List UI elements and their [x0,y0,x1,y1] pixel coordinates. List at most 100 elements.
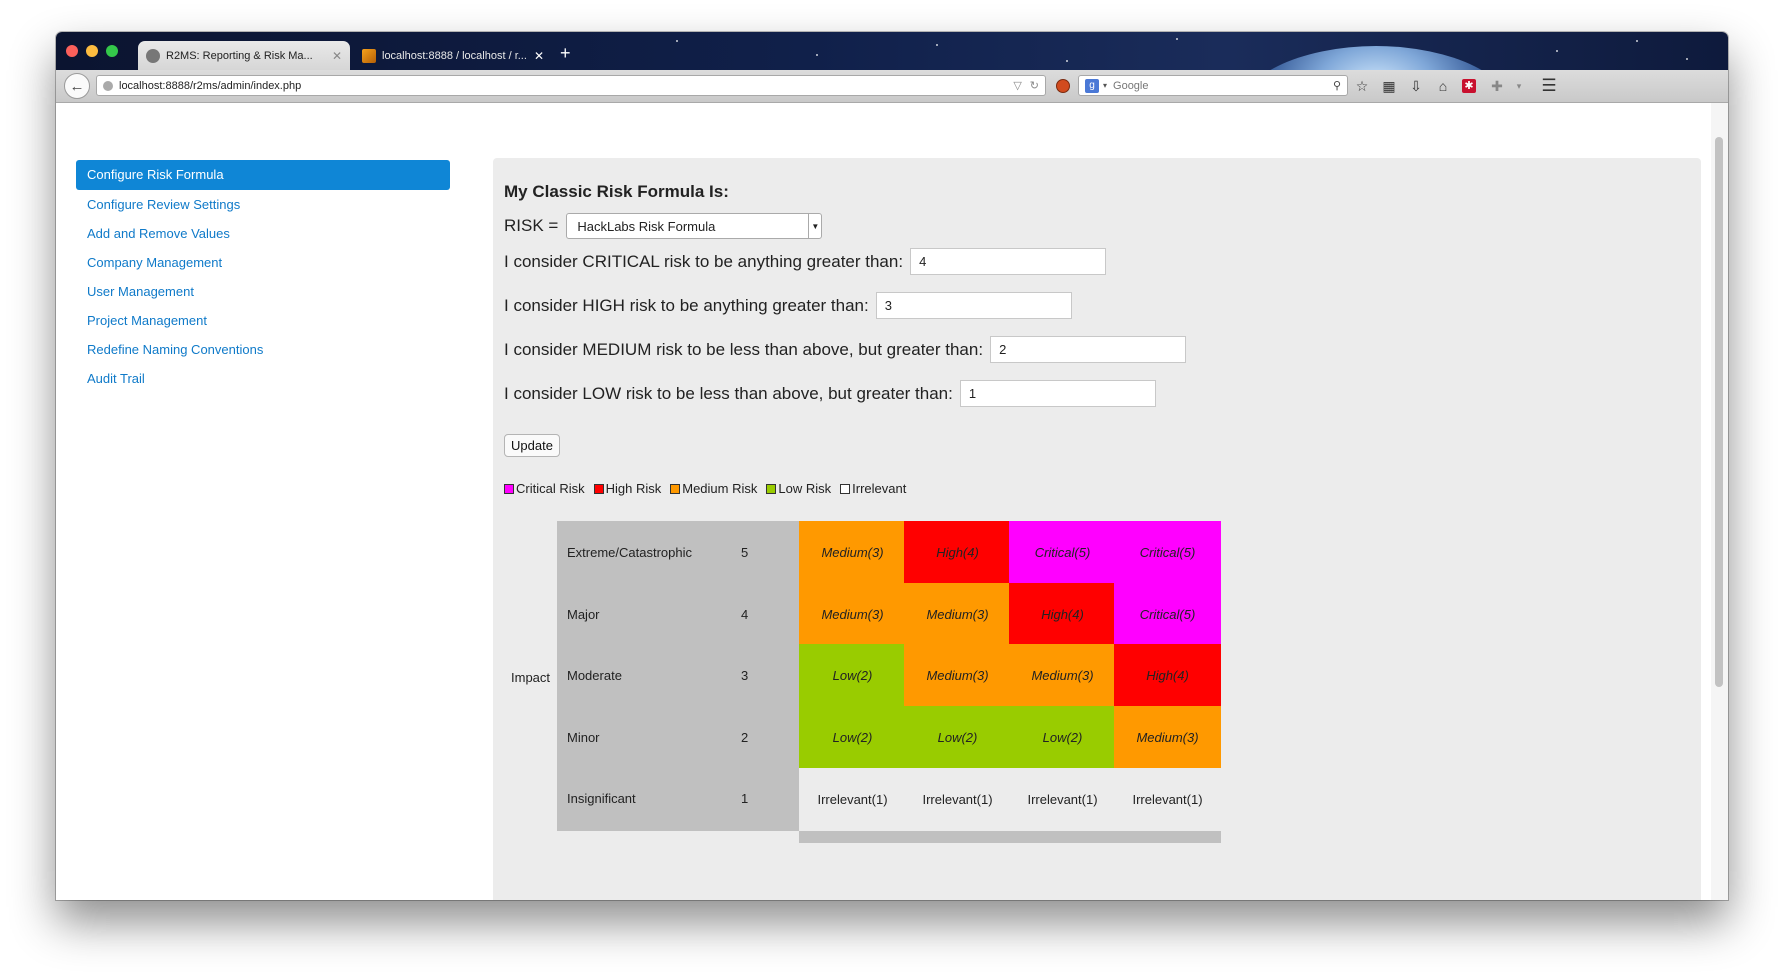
matrix-cell: Medium(3) [799,521,906,584]
matrix-cell: Irrelevant(1) [1114,768,1221,831]
bookmarks-list-icon[interactable]: ▦ [1380,77,1398,95]
risk-formula-select[interactable]: HackLabs Risk Formula ▼ [566,213,823,239]
high-threshold-label: I consider HIGH risk to be anything grea… [504,295,869,315]
sidebar-item-project-management[interactable]: Project Management [76,306,450,335]
tab-title: localhost:8888 / localhost / r... [382,49,527,62]
tab-phpmyadmin[interactable]: localhost:8888 / localhost / r... ✕ [354,41,552,70]
matrix-cell: High(4) [1009,583,1116,646]
phpmyadmin-favicon-icon [362,48,376,63]
sidebar-item-user-management[interactable]: User Management [76,277,450,306]
row-score: 2 [741,730,749,745]
selected-formula: HackLabs Risk Formula [577,218,716,234]
risk-label: RISK = [504,216,559,235]
medium-threshold-row: I consider MEDIUM risk to be less than a… [504,336,1187,363]
impact-axis-label: Impact [511,670,551,685]
matrix-cell: High(4) [904,521,1011,584]
low-threshold-row: I consider LOW risk to be less than abov… [504,380,1156,407]
legend-label: Medium Risk [682,481,758,496]
addon-dropdown-icon[interactable]: ▾ [1510,77,1528,95]
page-viewport: Configure Risk Formula Configure Review … [56,103,1728,900]
bookmark-star-icon[interactable]: ☆ [1353,77,1371,95]
risk-formula-row: RISK = HackLabs Risk Formula ▼ [504,213,823,239]
sidebar-item-company-management[interactable]: Company Management [76,248,450,277]
navigation-bar: ← localhost:8888/r2ms/admin/index.php ▽ … [56,70,1728,103]
legend-item-low: Low Risk [766,481,831,496]
legend-item-irrelevant: Irrelevant [840,481,906,496]
addon-red-icon[interactable]: ✱ [1462,79,1476,93]
admin-sidebar: Configure Risk Formula Configure Review … [76,160,450,393]
search-input[interactable]: Google [1113,80,1333,92]
risk-formula-panel: My Classic Risk Formula Is: RISK = HackL… [493,158,1701,900]
select-arrow-icon[interactable]: ▼ [808,214,821,238]
matrix-cell: Medium(3) [1114,706,1221,769]
row-score: 5 [741,545,749,560]
sidebar-item-configure-review-settings[interactable]: Configure Review Settings [76,190,450,219]
update-button[interactable]: Update [504,434,560,457]
url-dropdown-icon[interactable]: ▽ [1013,79,1021,92]
row-label: Major [567,607,600,622]
critical-threshold-row: I consider CRITICAL risk to be anything … [504,248,1107,275]
matrix-cell: Irrelevant(1) [1009,768,1116,831]
likelihood-header-strip [799,831,1221,843]
legend-swatch-medium [670,483,681,494]
window-zoom-button[interactable] [106,45,118,57]
engine-dropdown-icon[interactable]: ▾ [1103,81,1107,90]
sidebar-item-audit-trail[interactable]: Audit Trail [76,364,450,393]
tab-r2ms[interactable]: R2MS: Reporting & Risk Ma... ✕ [138,41,350,70]
row-label: Minor [567,730,600,745]
sidebar-item-naming-conventions[interactable]: Redefine Naming Conventions [76,335,450,364]
risk-legend: Critical Risk High Risk Medium Risk Low … [504,481,915,496]
legend-label: Low Risk [778,481,832,496]
legend-swatch-irrelevant [840,483,851,494]
low-threshold-input[interactable]: 1 [959,380,1156,407]
high-threshold-input[interactable]: 3 [875,292,1072,319]
page-title: My Classic Risk Formula Is: [504,182,729,201]
tab-close-icon[interactable]: ✕ [534,49,544,63]
tab-close-icon[interactable]: ✕ [332,49,342,63]
sidebar-item-configure-risk-formula[interactable]: Configure Risk Formula [76,160,450,190]
new-tab-button[interactable]: + [560,43,571,64]
r2ms-favicon-icon [146,48,160,63]
matrix-cell: Low(2) [1009,706,1116,769]
download-icon[interactable]: ⇩ [1407,77,1425,95]
globe-icon [103,80,113,91]
matrix-cell: Low(2) [799,644,906,707]
medium-threshold-label: I consider MEDIUM risk to be less than a… [504,339,984,359]
matrix-cell: Medium(3) [1009,644,1116,707]
page-scrollbar-thumb[interactable] [1715,137,1723,687]
critical-threshold-input[interactable]: 4 [910,248,1107,275]
addon-icon[interactable] [1056,79,1070,93]
matrix-cell: High(4) [1114,644,1221,707]
matrix-cell: Critical(5) [1114,521,1221,584]
matrix-cell: Irrelevant(1) [799,768,906,831]
row-label: Moderate [567,668,622,683]
row-score: 1 [741,791,749,806]
url-text: localhost:8888/r2ms/admin/index.php [119,79,302,92]
search-bar[interactable]: g ▾ Google ⚲ [1078,75,1348,96]
url-bar[interactable]: localhost:8888/r2ms/admin/index.php ▽ ↻ [96,75,1046,96]
matrix-cell: Medium(3) [904,583,1011,646]
matrix-cell: Medium(3) [904,644,1011,707]
reload-icon[interactable]: ↻ [1030,79,1039,92]
addon-wrench-icon[interactable]: ✚ [1488,77,1506,95]
hamburger-menu-icon[interactable]: ☰ [1540,77,1558,95]
home-icon[interactable]: ⌂ [1434,77,1452,95]
legend-item-medium: Medium Risk [670,481,757,496]
matrix-cell: Low(2) [799,706,906,769]
back-arrow-icon[interactable]: ← [64,73,90,99]
title-bar: R2MS: Reporting & Risk Ma... ✕ localhost… [56,32,1728,70]
sidebar-item-add-remove-values[interactable]: Add and Remove Values [76,219,450,248]
matrix-cell: Medium(3) [799,583,906,646]
critical-threshold-label: I consider CRITICAL risk to be anything … [504,251,904,271]
high-threshold-row: I consider HIGH risk to be anything grea… [504,292,1072,319]
google-engine-icon[interactable]: g [1085,78,1099,93]
legend-label: Irrelevant [852,481,907,496]
browser-window: R2MS: Reporting & Risk Ma... ✕ localhost… [56,32,1728,900]
magnifier-icon[interactable]: ⚲ [1333,79,1341,92]
window-minimize-button[interactable] [86,45,98,57]
tab-title: R2MS: Reporting & Risk Ma... [166,49,313,62]
window-close-button[interactable] [66,45,78,57]
legend-item-high: High Risk [593,481,661,496]
row-score: 3 [741,668,749,683]
medium-threshold-input[interactable]: 2 [990,336,1187,363]
